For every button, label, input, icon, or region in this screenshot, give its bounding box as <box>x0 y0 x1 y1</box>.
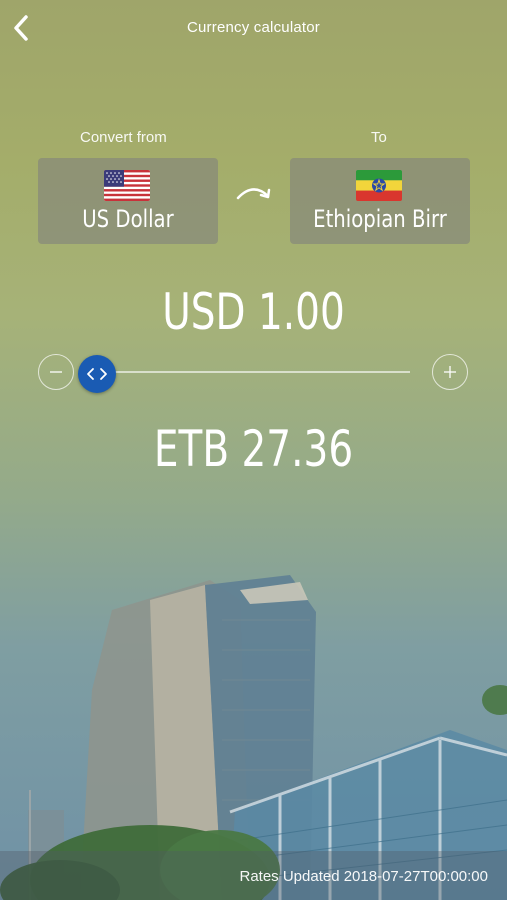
plus-icon <box>444 366 456 378</box>
convert-from-label: Convert from <box>80 129 167 146</box>
from-currency-name: US Dollar <box>82 205 174 233</box>
decrement-button[interactable] <box>38 354 74 390</box>
from-amount: USD 1.00 <box>162 283 345 341</box>
to-currency-selector[interactable]: Ethiopian Birr <box>290 158 470 244</box>
to-label: To <box>371 129 387 146</box>
minus-icon <box>50 371 62 373</box>
rates-updated-text: Rates Updated 2018-07-27T00:00:00 <box>239 868 488 885</box>
swap-currencies-button[interactable] <box>235 180 273 204</box>
to-currency-name: Ethiopian Birr <box>313 205 447 233</box>
page-title: Currency calculator <box>186 19 320 36</box>
amount-slider-handle[interactable] <box>78 355 116 393</box>
ethiopia-flag-icon <box>356 170 402 201</box>
footer-bar: Rates Updated 2018-07-27T00:00:00 <box>0 851 507 900</box>
us-flag-icon <box>104 170 150 201</box>
header: Currency calculator <box>0 0 507 56</box>
increment-button[interactable] <box>432 354 468 390</box>
converted-amount: ETB 27.36 <box>153 420 354 478</box>
amount-slider-track[interactable] <box>112 371 410 373</box>
chevron-left-right-icon <box>87 368 107 380</box>
from-currency-selector[interactable]: US Dollar <box>38 158 218 244</box>
curved-arrow-icon <box>236 188 271 200</box>
